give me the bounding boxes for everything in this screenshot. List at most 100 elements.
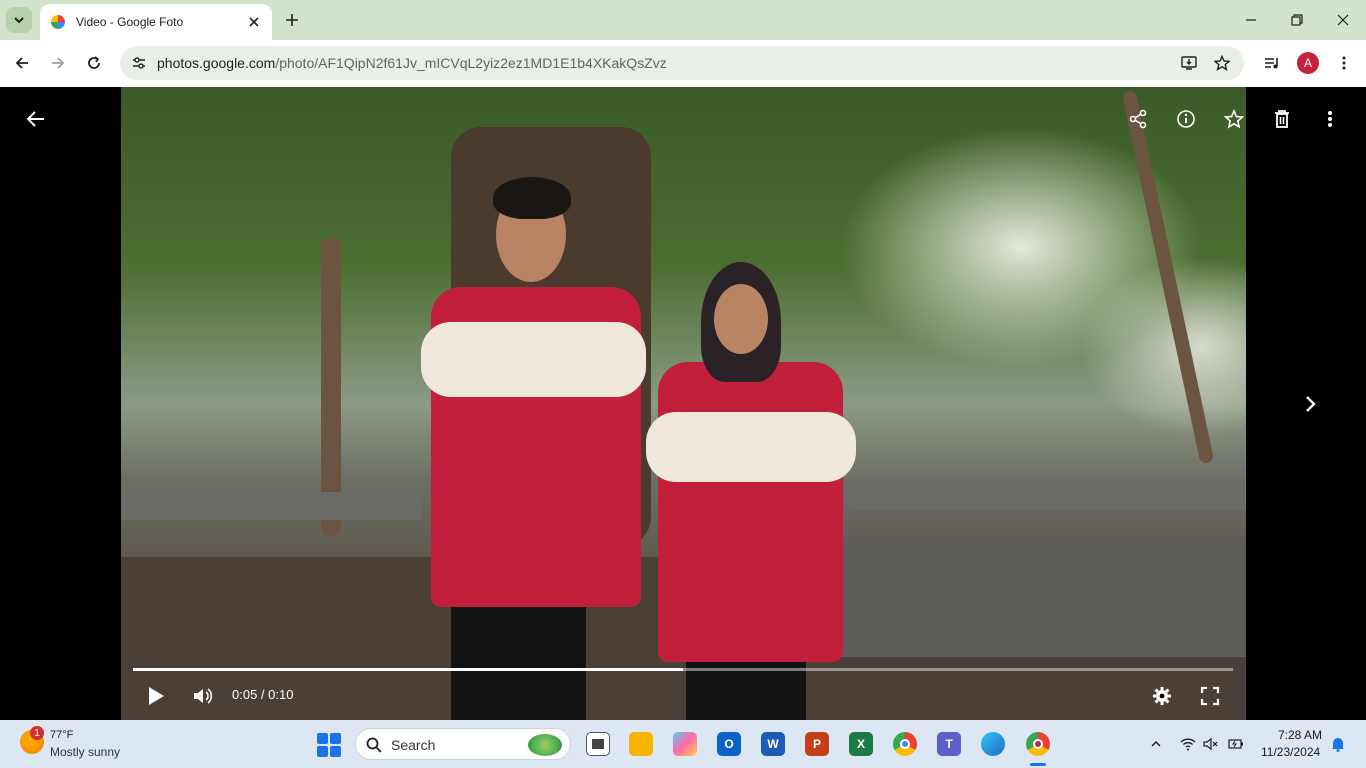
tab-search-button[interactable] bbox=[6, 7, 32, 33]
close-icon bbox=[1337, 14, 1349, 26]
settings-button[interactable] bbox=[1148, 682, 1176, 710]
google-photos-icon bbox=[51, 15, 65, 29]
tune-icon bbox=[133, 57, 145, 69]
share-button[interactable] bbox=[1124, 105, 1152, 133]
excel-icon[interactable]: X bbox=[849, 732, 873, 756]
play-button[interactable] bbox=[142, 682, 170, 710]
taskbar-search[interactable]: Search bbox=[355, 728, 571, 760]
search-label: Search bbox=[391, 737, 436, 753]
volume-button[interactable] bbox=[188, 682, 216, 710]
media-queue-icon bbox=[1265, 58, 1278, 69]
video-frame[interactable] bbox=[121, 87, 1246, 720]
reload-button[interactable] bbox=[83, 52, 105, 74]
battery-status[interactable] bbox=[1228, 736, 1244, 752]
clock-time[interactable]: 7:28 AM bbox=[1278, 728, 1322, 742]
media-control-button[interactable] bbox=[1261, 52, 1283, 74]
tree-trunk bbox=[1121, 89, 1215, 465]
more-options-button[interactable] bbox=[1316, 105, 1344, 133]
windows-logo-tile bbox=[317, 733, 328, 744]
clock-date[interactable]: 11/23/2024 bbox=[1261, 745, 1320, 759]
delete-button[interactable] bbox=[1268, 105, 1296, 133]
forward-button[interactable] bbox=[47, 52, 69, 74]
back-arrow-icon bbox=[26, 111, 44, 127]
profile-avatar[interactable]: A bbox=[1297, 52, 1319, 74]
close-icon bbox=[249, 17, 259, 27]
windows-logo-tile bbox=[330, 733, 341, 744]
chevron-up-icon bbox=[1151, 741, 1161, 747]
url-host: photos.google.com bbox=[157, 55, 276, 71]
wifi-status[interactable] bbox=[1180, 736, 1196, 752]
chrome-menu-button[interactable] bbox=[1333, 52, 1355, 74]
chrome-icon[interactable] bbox=[893, 732, 917, 756]
active-app-indicator bbox=[1030, 763, 1046, 766]
chevron-down-icon bbox=[14, 17, 24, 24]
photo-viewer: 0:05 / 0:10 bbox=[0, 87, 1366, 720]
speaker-muted-icon bbox=[1203, 737, 1218, 751]
video-time: 0:05 / 0:10 bbox=[232, 687, 294, 702]
teams-icon[interactable]: T bbox=[937, 732, 961, 756]
browser-toolbar: photos.google.com/photo/AF1QipN2f61Jv_mI… bbox=[0, 40, 1366, 87]
url-text: photos.google.com/photo/AF1QipN2f61Jv_mI… bbox=[157, 55, 667, 71]
file-explorer-icon[interactable] bbox=[629, 732, 653, 756]
hair bbox=[493, 177, 571, 219]
minimize-icon bbox=[1246, 19, 1256, 21]
close-window-button[interactable] bbox=[1333, 10, 1353, 30]
new-tab-button[interactable] bbox=[282, 10, 302, 30]
active-tab[interactable]: Video - Google Foto bbox=[40, 4, 272, 40]
chrome-profile-icon[interactable] bbox=[1026, 732, 1050, 756]
minimize-button[interactable] bbox=[1241, 10, 1261, 30]
address-bar[interactable]: photos.google.com/photo/AF1QipN2f61Jv_mI… bbox=[120, 46, 1244, 80]
outlook-icon[interactable]: O bbox=[717, 732, 741, 756]
video-progress-bar[interactable] bbox=[133, 668, 1233, 671]
weather-badge: 1 bbox=[30, 726, 44, 740]
install-icon bbox=[1181, 56, 1197, 70]
star-icon bbox=[1224, 109, 1244, 129]
fullscreen-button[interactable] bbox=[1196, 682, 1224, 710]
chrome-center-glyph bbox=[900, 739, 910, 749]
close-viewer-button[interactable] bbox=[22, 105, 50, 133]
bookmark-button[interactable] bbox=[1213, 54, 1231, 72]
windows-taskbar: 1 77°F Mostly sunny Search O W P X T 7:2… bbox=[0, 720, 1366, 768]
person-right bbox=[646, 262, 856, 720]
red-jacket bbox=[658, 362, 843, 662]
stone-bench bbox=[836, 482, 1246, 510]
tab-close-button[interactable] bbox=[246, 14, 262, 30]
start-button[interactable] bbox=[317, 733, 341, 757]
restore-button[interactable] bbox=[1287, 10, 1307, 30]
favorite-button[interactable] bbox=[1220, 105, 1248, 133]
arrow-left-icon bbox=[15, 57, 28, 69]
task-view-icon[interactable] bbox=[586, 732, 610, 756]
trash-icon bbox=[1275, 110, 1289, 128]
restore-icon bbox=[1291, 14, 1303, 26]
fullscreen-icon bbox=[1200, 686, 1220, 706]
star-outline-icon bbox=[1214, 55, 1230, 71]
search-icon bbox=[366, 737, 382, 753]
site-info-button[interactable] bbox=[130, 54, 148, 72]
word-icon[interactable]: W bbox=[761, 732, 785, 756]
task-view-glyph bbox=[592, 739, 604, 749]
more-vert-icon bbox=[1342, 56, 1346, 70]
weather-description[interactable]: Mostly sunny bbox=[50, 745, 120, 759]
next-photo-button[interactable] bbox=[1296, 390, 1324, 418]
install-app-button[interactable] bbox=[1180, 54, 1198, 72]
notifications-button[interactable] bbox=[1330, 736, 1346, 752]
wifi-icon bbox=[1180, 738, 1196, 751]
person-left bbox=[421, 177, 651, 720]
show-hidden-icons-button[interactable] bbox=[1148, 736, 1164, 752]
reload-icon bbox=[88, 56, 100, 69]
next-chevron-icon bbox=[1306, 396, 1316, 412]
bell-icon bbox=[1332, 738, 1344, 752]
settings-gear-icon bbox=[1153, 687, 1171, 705]
back-button[interactable] bbox=[11, 52, 33, 74]
search-highlight-icon bbox=[528, 734, 562, 756]
weather-temperature[interactable]: 77°F bbox=[50, 729, 73, 741]
volume-status[interactable] bbox=[1203, 736, 1219, 752]
battery-icon bbox=[1228, 739, 1243, 749]
copilot-icon[interactable] bbox=[673, 732, 697, 756]
powerpoint-icon[interactable]: P bbox=[805, 732, 829, 756]
edge-icon[interactable] bbox=[981, 732, 1005, 756]
info-button[interactable] bbox=[1172, 105, 1200, 133]
url-path: /photo/AF1QipN2f61Jv_mICVqL2yiz2ez1MD1E1… bbox=[275, 55, 667, 71]
info-icon bbox=[1177, 110, 1195, 128]
plus-icon bbox=[286, 14, 298, 26]
